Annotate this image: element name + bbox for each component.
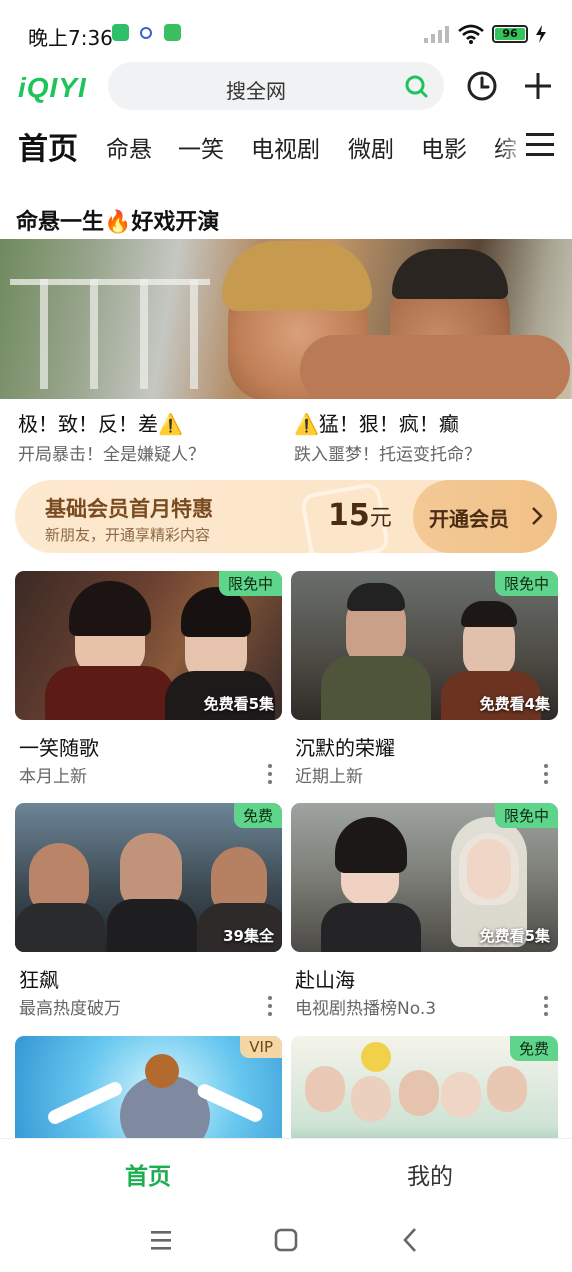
open-vip-button[interactable]: 开通会员 <box>413 480 557 553</box>
episode-count: 39集全 <box>223 927 274 945</box>
video-title: 狂飙 <box>19 968 59 992</box>
menu-icon[interactable] <box>526 132 554 158</box>
feature-item-subtitle: 开局暴击！全是嫌疑人？ <box>18 445 205 465</box>
bottom-navigation: 首页 我的 <box>0 1138 572 1208</box>
episode-count: 免费看5集 <box>203 695 274 713</box>
vip-title: 基础会员首月特惠 <box>45 497 213 521</box>
feature-item-title: ⚠️猛！狠！疯！癫 <box>294 412 459 436</box>
wifi-icon <box>458 24 484 44</box>
wrench-app-icon <box>164 24 181 41</box>
history-icon[interactable] <box>466 70 498 102</box>
free-badge: 免费 <box>233 803 282 828</box>
nav-home[interactable]: 首页 <box>88 1157 208 1191</box>
signal-icon <box>424 26 449 43</box>
feature-item-subtitle: 跌入噩梦！托运变托命？ <box>294 445 481 465</box>
snowflake-icon <box>140 27 152 39</box>
recent-apps-icon[interactable] <box>145 1224 177 1256</box>
back-icon[interactable] <box>395 1224 427 1256</box>
tab-movie[interactable]: 电影 <box>421 130 467 164</box>
more-options-icon[interactable] <box>540 995 552 1017</box>
video-subtitle: 近期上新 <box>295 767 363 787</box>
charging-icon <box>536 25 546 43</box>
video-card[interactable]: 限免中 免费看5集 赴山海 电视剧热播榜No.3 <box>291 803 558 1019</box>
video-subtitle: 电视剧热播榜No.3 <box>295 999 437 1019</box>
tab-tv[interactable]: 电视剧 <box>251 130 320 164</box>
search-placeholder: 搜全网 <box>226 79 286 103</box>
vip-badge: VIP <box>240 1036 282 1058</box>
episode-count: 免费看5集 <box>479 927 550 945</box>
video-subtitle: 最高热度破万 <box>19 999 121 1019</box>
video-title: 赴山海 <box>295 968 355 992</box>
free-badge: 限免中 <box>494 803 558 828</box>
app-logo: iQIYI <box>18 72 87 103</box>
nav-me[interactable]: 我的 <box>370 1157 490 1191</box>
free-badge: 限免中 <box>218 571 282 596</box>
video-thumbnail[interactable]: 限免中 免费看4集 <box>291 571 558 720</box>
tab-micro-drama[interactable]: 微剧 <box>348 130 394 164</box>
search-input[interactable]: 搜全网 <box>108 62 444 110</box>
feature-banner-image[interactable] <box>0 239 572 399</box>
feature-item-title: 极！致！反！差⚠️ <box>18 412 183 436</box>
tab-yixiao[interactable]: 一笑 <box>178 130 224 164</box>
battery-indicator: 96 <box>492 25 528 43</box>
vip-subtitle: 新朋友，开通享精彩内容 <box>45 526 211 544</box>
video-thumbnail[interactable]: 免费 39集全 <box>15 803 282 952</box>
category-tabs: 首页 命悬 一笑 电视剧 微剧 电影 综 <box>0 120 572 170</box>
video-card[interactable]: 免费 39集全 狂飙 最高热度破万 <box>15 803 282 1019</box>
video-title: 一笑随歌 <box>19 736 99 760</box>
tab-home[interactable]: 首页 <box>18 124 78 168</box>
vip-promo-card[interactable]: 基础会员首月特惠 新朋友，开通享精彩内容 15元 开通会员 <box>15 480 557 553</box>
video-subtitle: 本月上新 <box>19 767 87 787</box>
more-options-icon[interactable] <box>264 763 276 785</box>
feature-item-right[interactable]: ⚠️猛！狠！疯！癫 跌入噩梦！托运变托命？ <box>294 408 564 465</box>
system-navigation-bar <box>0 1208 572 1272</box>
video-thumbnail[interactable]: 限免中 免费看5集 <box>15 571 282 720</box>
tab-minxuan[interactable]: 命悬 <box>106 130 152 164</box>
search-icon <box>405 75 428 98</box>
more-options-icon[interactable] <box>264 995 276 1017</box>
free-badge: 免费 <box>509 1036 558 1061</box>
video-card[interactable]: 限免中 免费看5集 一笑随歌 本月上新 <box>15 571 282 787</box>
feature-item-left[interactable]: 极！致！反！差⚠️ 开局暴击！全是嫌疑人？ <box>18 408 288 465</box>
vip-price: 15元 <box>328 498 392 533</box>
top-header: iQIYI 搜全网 <box>0 60 572 114</box>
free-badge: 限免中 <box>494 571 558 596</box>
video-card[interactable]: 限免中 免费看4集 沉默的荣耀 近期上新 <box>291 571 558 787</box>
home-key-icon[interactable] <box>270 1224 302 1256</box>
feature-section-title: 命悬一生🔥好戏开演 <box>16 210 220 235</box>
chevron-right-icon <box>532 507 543 525</box>
shield-app-icon <box>112 24 129 41</box>
status-time: 晚上7:36 <box>28 26 113 50</box>
open-vip-label: 开通会员 <box>429 507 509 531</box>
episode-count: 免费看4集 <box>479 695 550 713</box>
status-bar: 晚上7:36 96 <box>0 0 572 66</box>
add-icon[interactable] <box>522 70 554 102</box>
video-thumbnail[interactable]: 限免中 免费看5集 <box>291 803 558 952</box>
more-options-icon[interactable] <box>540 763 552 785</box>
video-title: 沉默的荣耀 <box>295 736 395 760</box>
